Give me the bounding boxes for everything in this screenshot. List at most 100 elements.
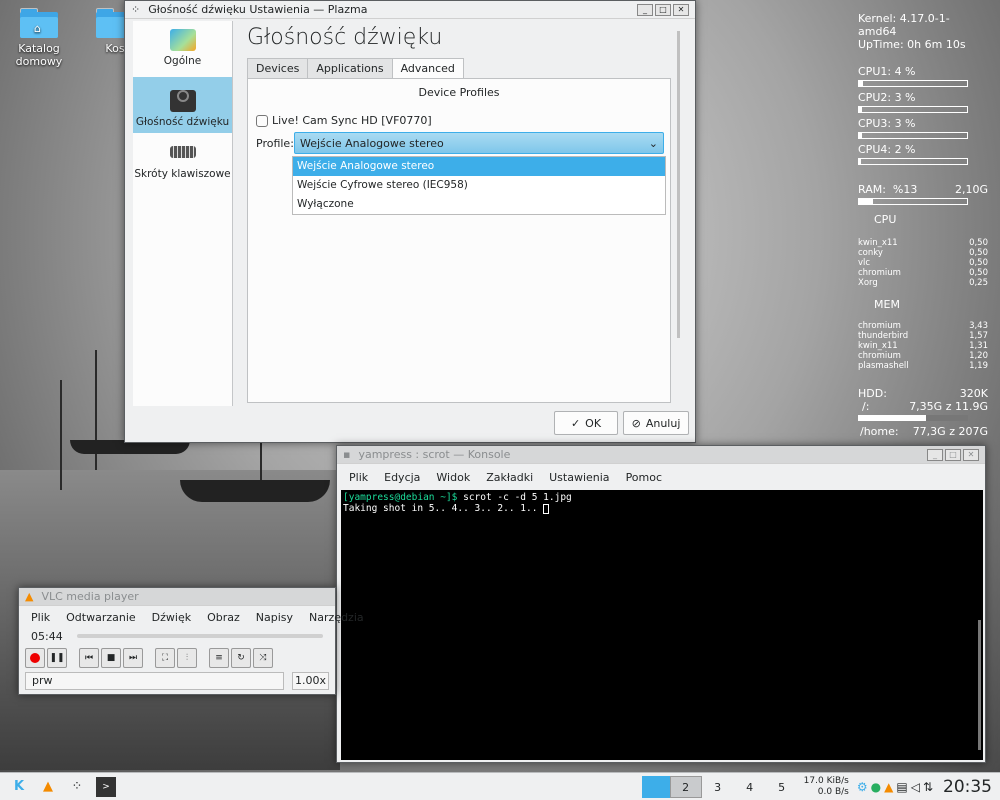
ram-label: RAM: [858, 183, 886, 196]
cpu4-bar [858, 158, 968, 165]
settings-sidebar: Ogólne Głośność dźwięku Skróty klawiszow… [133, 21, 233, 406]
playlist-field[interactable]: prw [25, 672, 284, 690]
cpu4-label: CPU4: 2 % [858, 143, 916, 156]
root-value: 7,35G z 11.9G [909, 400, 988, 413]
fullscreen-icon[interactable]: ⛶ [155, 648, 175, 668]
desktop-pager-item[interactable]: 3 [702, 776, 734, 798]
tab-advanced[interactable]: Advanced [391, 58, 464, 78]
profile-select[interactable]: Wejście Analogowe stereo ⌄ [294, 132, 664, 154]
settings-task-icon[interactable]: ⁘ [67, 777, 87, 797]
menu-file[interactable]: Plik [23, 611, 58, 624]
clipboard-icon[interactable]: ▤ [896, 780, 907, 794]
equalizer-icon[interactable]: ⫶ [177, 648, 197, 668]
vlc-controls: ❚❚ ⏮ ■ ⏭ ⛶ ⫶ ≡ ↻ ⤨ [19, 644, 335, 672]
minimize-button[interactable]: _ [637, 3, 653, 16]
menu-edit[interactable]: Edycja [376, 471, 428, 484]
pause-button[interactable]: ❚❚ [47, 648, 67, 668]
menu-subtitles[interactable]: Napisy [248, 611, 301, 624]
clock[interactable]: 20:35 [943, 777, 992, 797]
speed-indicator[interactable]: 1.00x [291, 672, 329, 690]
network-icon[interactable]: ⇅ [923, 780, 933, 794]
process-value: 0,50 [969, 248, 988, 258]
kde-launcher-icon[interactable]: K [9, 777, 29, 797]
profile-option[interactable]: Wejście Analogowe stereo [293, 157, 665, 176]
ok-button[interactable]: ✓ OK [554, 411, 618, 435]
update-icon[interactable]: ● [871, 780, 881, 794]
process-name: chromium [858, 321, 901, 331]
net-down: 0.0 B/s [817, 786, 849, 797]
stop-icon[interactable]: ■ [101, 648, 121, 668]
process-name: chromium [858, 268, 901, 278]
maximize-button[interactable]: □ [945, 448, 961, 461]
ram-row: RAM: %13 2,10G [858, 183, 988, 196]
network-speed: 17.0 KiB/s 0.0 B/s [804, 776, 849, 798]
next-icon[interactable]: ⏭ [123, 648, 143, 668]
sidebar-item-general[interactable]: Ogólne [133, 21, 232, 77]
menu-file[interactable]: Plik [341, 471, 376, 484]
settings-content: Głośność dźwięku Devices Applications Ad… [243, 19, 693, 403]
cpu1-label: CPU1: 4 % [858, 65, 916, 78]
playlist-icon[interactable]: ≡ [209, 648, 229, 668]
process-name: thunderbird [858, 331, 909, 341]
close-button[interactable]: ✕ [673, 3, 689, 16]
desktop-pager-item[interactable]: 4 [734, 776, 766, 798]
menu-playback[interactable]: Odtwarzanie [58, 611, 144, 624]
terminal-area[interactable]: [yampress@debian ~]$ scrot -c -d 5 1.jpg… [341, 490, 983, 760]
cpu1-bar [858, 80, 968, 87]
sidebar-item-label: Głośność dźwięku [135, 116, 230, 128]
process-name: conky [858, 248, 883, 258]
konsole-window: ▪ yampress : scrot — Konsole _ □ ✕ Plik Ed… [336, 445, 986, 763]
cancel-button[interactable]: ⊘ Anuluj [623, 411, 689, 435]
desktop-pager-item[interactable]: 5 [766, 776, 798, 798]
terminal-scrollbar[interactable] [978, 620, 981, 750]
process-row: plasmashell 1,19 [858, 361, 988, 371]
content-scrollbar[interactable] [677, 31, 680, 338]
device-row: Live! Cam Sync HD [VF0770] [256, 114, 432, 127]
general-settings-icon [169, 29, 196, 51]
shuffle-icon[interactable]: ⤨ [253, 648, 273, 668]
advanced-tab-panel: Device Profiles Live! Cam Sync HD [VF077… [247, 78, 671, 403]
settings-titlebar[interactable]: ⁘ Głośność dźwięku Ustawienia — Plazma _… [125, 1, 695, 19]
menu-audio[interactable]: Dźwięk [144, 611, 199, 624]
taskbar: K ▲ ⁘ > 2 3 4 5 17.0 KiB/s 0.0 B/s ⚙ ● ▲… [0, 772, 1000, 800]
app-menu-icon[interactable]: ⁘ [131, 3, 140, 16]
desktop-1-pager[interactable] [641, 775, 670, 798]
terminal-command: scrot -c -d 5 1.jpg [457, 492, 572, 503]
menu-view[interactable]: Widok [428, 471, 478, 484]
konsole-task-icon[interactable]: > [96, 776, 116, 797]
process-value: 0,50 [969, 238, 988, 248]
vlc-titlebar[interactable]: ▲ VLC media player [19, 588, 335, 606]
desktop-icon-home[interactable]: ⌂ Katalog domowy [4, 8, 74, 68]
previous-icon[interactable]: ⏮ [79, 648, 99, 668]
chevron-down-icon: ⌄ [648, 136, 658, 150]
vlc-tray-icon[interactable]: ▲ [884, 780, 893, 794]
kernel-info: Kernel: 4.17.0-1-amd64 [858, 12, 950, 38]
profile-option[interactable]: Wejście Cyfrowe stereo (IEC958) [293, 176, 665, 195]
konsole-titlebar[interactable]: ▪ yampress : scrot — Konsole _ □ ✕ [337, 446, 985, 464]
sidebar-item-shortcuts[interactable]: Skróty klawiszowe [133, 133, 232, 189]
menu-video[interactable]: Obraz [199, 611, 248, 624]
desktop-pager-item[interactable]: 2 [669, 775, 702, 798]
menu-tools[interactable]: Narzędzia [301, 611, 372, 624]
close-button[interactable]: ✕ [963, 448, 979, 461]
tab-applications[interactable]: Applications [307, 58, 393, 78]
maximize-button[interactable]: □ [655, 3, 671, 16]
sidebar-item-volume[interactable]: Głośność dźwięku [133, 77, 232, 133]
menu-bookmarks[interactable]: Zakładki [478, 471, 541, 484]
uptime-info: UpTime: 0h 6m 10s [858, 38, 966, 51]
seek-slider[interactable] [76, 634, 323, 638]
menu-help[interactable]: Pomoc [618, 471, 670, 484]
minimize-button[interactable]: _ [927, 448, 943, 461]
window-title: VLC media player [41, 590, 139, 603]
menu-settings[interactable]: Ustawienia [541, 471, 617, 484]
profile-option[interactable]: Wyłączone [293, 195, 665, 214]
loop-icon[interactable]: ↻ [231, 648, 251, 668]
process-value: 0,50 [969, 268, 988, 278]
gear-icon[interactable]: ⚙ [857, 780, 868, 794]
volume-icon[interactable]: ◁ [911, 780, 920, 794]
hdd-value: 320K [959, 387, 988, 400]
record-button[interactable] [25, 648, 45, 668]
konsole-app-icon[interactable]: ▪ [343, 448, 350, 461]
vlc-task-icon[interactable]: ▲ [38, 777, 58, 797]
tab-devices[interactable]: Devices [247, 58, 309, 78]
